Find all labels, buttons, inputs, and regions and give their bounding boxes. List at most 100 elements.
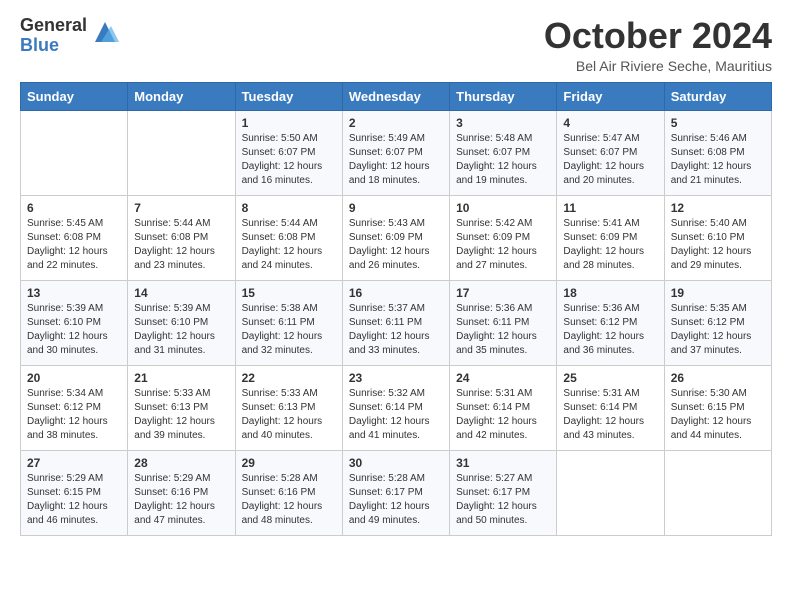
day-number: 29 xyxy=(242,456,336,470)
calendar-week-row: 1 Sunrise: 5:50 AMSunset: 6:07 PMDaylight… xyxy=(21,110,772,195)
calendar-cell: 22 Sunrise: 5:33 AMSunset: 6:13 PMDayligh… xyxy=(235,365,342,450)
calendar-week-row: 13 Sunrise: 5:39 AMSunset: 6:10 PMDayligh… xyxy=(21,280,772,365)
calendar-day-header: Monday xyxy=(128,82,235,110)
day-number: 28 xyxy=(134,456,228,470)
calendar-cell: 1 Sunrise: 5:50 AMSunset: 6:07 PMDaylight… xyxy=(235,110,342,195)
calendar-day-header: Thursday xyxy=(450,82,557,110)
cell-info: Sunrise: 5:49 AMSunset: 6:07 PMDaylight:… xyxy=(349,133,430,186)
day-number: 6 xyxy=(27,201,121,215)
title-area: October 2024 Bel Air Riviere Seche, Maur… xyxy=(544,16,772,74)
day-number: 22 xyxy=(242,371,336,385)
header: General Blue October 2024 Bel Air Rivier… xyxy=(20,16,772,74)
calendar-cell: 6 Sunrise: 5:45 AMSunset: 6:08 PMDaylight… xyxy=(21,195,128,280)
day-number: 5 xyxy=(671,116,765,130)
day-number: 21 xyxy=(134,371,228,385)
cell-info: Sunrise: 5:38 AMSunset: 6:11 PMDaylight:… xyxy=(242,303,323,356)
day-number: 1 xyxy=(242,116,336,130)
calendar-cell xyxy=(128,110,235,195)
calendar-cell: 24 Sunrise: 5:31 AMSunset: 6:14 PMDayligh… xyxy=(450,365,557,450)
calendar-week-row: 20Sunrise: 5:34 AMSunset: 6:12 PMDayligh… xyxy=(21,365,772,450)
calendar-cell: 11Sunrise: 5:41 AMSunset: 6:09 PMDayligh… xyxy=(557,195,664,280)
day-number: 27 xyxy=(27,456,121,470)
calendar-cell: 4 Sunrise: 5:47 AMSunset: 6:07 PMDaylight… xyxy=(557,110,664,195)
calendar-week-row: 6 Sunrise: 5:45 AMSunset: 6:08 PMDaylight… xyxy=(21,195,772,280)
logo-text: General Blue xyxy=(20,16,87,56)
calendar-day-header: Friday xyxy=(557,82,664,110)
logo-icon xyxy=(91,18,119,46)
calendar-cell: 21 Sunrise: 5:33 AMSunset: 6:13 PMDayligh… xyxy=(128,365,235,450)
calendar-cell: 3Sunrise: 5:48 AMSunset: 6:07 PMDaylight… xyxy=(450,110,557,195)
calendar-cell xyxy=(21,110,128,195)
day-number: 30 xyxy=(349,456,443,470)
day-number: 12 xyxy=(671,201,765,215)
logo-general: General xyxy=(20,16,87,36)
cell-info: Sunrise: 5:42 AMSunset: 6:09 PMDaylight:… xyxy=(456,218,537,271)
calendar-cell: 30Sunrise: 5:28 AMSunset: 6:17 PMDayligh… xyxy=(342,450,449,535)
calendar-cell: 19 Sunrise: 5:35 AMSunset: 6:12 PMDayligh… xyxy=(664,280,771,365)
cell-info: Sunrise: 5:29 AMSunset: 6:16 PMDaylight:… xyxy=(134,473,215,526)
cell-info: Sunrise: 5:43 AMSunset: 6:09 PMDaylight:… xyxy=(349,218,430,271)
logo-blue: Blue xyxy=(20,36,87,56)
cell-info: Sunrise: 5:45 AMSunset: 6:08 PMDaylight:… xyxy=(27,218,108,271)
calendar-cell: 31Sunrise: 5:27 AMSunset: 6:17 PMDayligh… xyxy=(450,450,557,535)
cell-info: Sunrise: 5:46 AMSunset: 6:08 PMDaylight:… xyxy=(671,133,752,186)
day-number: 9 xyxy=(349,201,443,215)
cell-info: Sunrise: 5:27 AMSunset: 6:17 PMDaylight:… xyxy=(456,473,537,526)
calendar-cell: 8 Sunrise: 5:44 AMSunset: 6:08 PMDaylight… xyxy=(235,195,342,280)
calendar-cell: 10 Sunrise: 5:42 AMSunset: 6:09 PMDayligh… xyxy=(450,195,557,280)
cell-info: Sunrise: 5:41 AMSunset: 6:09 PMDaylight:… xyxy=(563,218,644,271)
day-number: 19 xyxy=(671,286,765,300)
calendar-cell: 20Sunrise: 5:34 AMSunset: 6:12 PMDayligh… xyxy=(21,365,128,450)
cell-info: Sunrise: 5:36 AMSunset: 6:12 PMDaylight:… xyxy=(563,303,644,356)
day-number: 7 xyxy=(134,201,228,215)
calendar-cell: 28 Sunrise: 5:29 AMSunset: 6:16 PMDayligh… xyxy=(128,450,235,535)
day-number: 15 xyxy=(242,286,336,300)
cell-info: Sunrise: 5:39 AMSunset: 6:10 PMDaylight:… xyxy=(27,303,108,356)
calendar-cell: 13 Sunrise: 5:39 AMSunset: 6:10 PMDayligh… xyxy=(21,280,128,365)
cell-info: Sunrise: 5:30 AMSunset: 6:15 PMDaylight:… xyxy=(671,388,752,441)
day-number: 26 xyxy=(671,371,765,385)
calendar-cell: 27Sunrise: 5:29 AMSunset: 6:15 PMDayligh… xyxy=(21,450,128,535)
cell-info: Sunrise: 5:32 AMSunset: 6:14 PMDaylight:… xyxy=(349,388,430,441)
month-title: October 2024 xyxy=(544,16,772,56)
calendar-day-header: Sunday xyxy=(21,82,128,110)
calendar-cell: 9 Sunrise: 5:43 AMSunset: 6:09 PMDaylight… xyxy=(342,195,449,280)
day-number: 2 xyxy=(349,116,443,130)
cell-info: Sunrise: 5:36 AMSunset: 6:11 PMDaylight:… xyxy=(456,303,537,356)
cell-info: Sunrise: 5:31 AMSunset: 6:14 PMDaylight:… xyxy=(456,388,537,441)
day-number: 4 xyxy=(563,116,657,130)
day-number: 10 xyxy=(456,201,550,215)
day-number: 18 xyxy=(563,286,657,300)
cell-info: Sunrise: 5:37 AMSunset: 6:11 PMDaylight:… xyxy=(349,303,430,356)
cell-info: Sunrise: 5:33 AMSunset: 6:13 PMDaylight:… xyxy=(134,388,215,441)
calendar-day-header: Wednesday xyxy=(342,82,449,110)
cell-info: Sunrise: 5:34 AMSunset: 6:12 PMDaylight:… xyxy=(27,388,108,441)
day-number: 13 xyxy=(27,286,121,300)
calendar-cell: 12Sunrise: 5:40 AMSunset: 6:10 PMDayligh… xyxy=(664,195,771,280)
day-number: 3 xyxy=(456,116,550,130)
calendar-cell: 26 Sunrise: 5:30 AMSunset: 6:15 PMDayligh… xyxy=(664,365,771,450)
day-number: 8 xyxy=(242,201,336,215)
calendar-cell: 25Sunrise: 5:31 AMSunset: 6:14 PMDayligh… xyxy=(557,365,664,450)
day-number: 24 xyxy=(456,371,550,385)
calendar-cell: 23Sunrise: 5:32 AMSunset: 6:14 PMDayligh… xyxy=(342,365,449,450)
cell-info: Sunrise: 5:33 AMSunset: 6:13 PMDaylight:… xyxy=(242,388,323,441)
calendar-cell: 16Sunrise: 5:37 AMSunset: 6:11 PMDayligh… xyxy=(342,280,449,365)
calendar-cell: 5 Sunrise: 5:46 AMSunset: 6:08 PMDaylight… xyxy=(664,110,771,195)
calendar-cell: 2 Sunrise: 5:49 AMSunset: 6:07 PMDaylight… xyxy=(342,110,449,195)
cell-info: Sunrise: 5:50 AMSunset: 6:07 PMDaylight:… xyxy=(242,133,323,186)
cell-info: Sunrise: 5:35 AMSunset: 6:12 PMDaylight:… xyxy=(671,303,752,356)
cell-info: Sunrise: 5:44 AMSunset: 6:08 PMDaylight:… xyxy=(134,218,215,271)
calendar-cell: 15 Sunrise: 5:38 AMSunset: 6:11 PMDayligh… xyxy=(235,280,342,365)
cell-info: Sunrise: 5:44 AMSunset: 6:08 PMDaylight:… xyxy=(242,218,323,271)
day-number: 25 xyxy=(563,371,657,385)
subtitle: Bel Air Riviere Seche, Mauritius xyxy=(544,58,772,74)
calendar-cell: 29Sunrise: 5:28 AMSunset: 6:16 PMDayligh… xyxy=(235,450,342,535)
logo: General Blue xyxy=(20,16,119,56)
cell-info: Sunrise: 5:39 AMSunset: 6:10 PMDaylight:… xyxy=(134,303,215,356)
calendar-cell: 7 Sunrise: 5:44 AMSunset: 6:08 PMDaylight… xyxy=(128,195,235,280)
day-number: 14 xyxy=(134,286,228,300)
calendar-cell xyxy=(664,450,771,535)
cell-info: Sunrise: 5:47 AMSunset: 6:07 PMDaylight:… xyxy=(563,133,644,186)
calendar-week-row: 27Sunrise: 5:29 AMSunset: 6:15 PMDayligh… xyxy=(21,450,772,535)
